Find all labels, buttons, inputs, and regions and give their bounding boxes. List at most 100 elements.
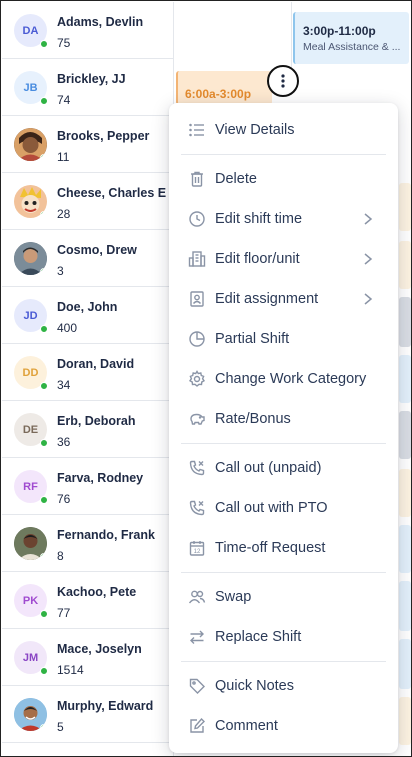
menu-item-edit-floor-unit[interactable]: Edit floor/unit: [169, 239, 398, 279]
staff-row[interactable]: DE Erb, Deborah 36: [2, 401, 173, 458]
trash-icon: [188, 170, 206, 188]
list-icon: [188, 121, 206, 139]
menu-item-change-work-category[interactable]: Change Work Category: [169, 359, 398, 399]
phone-x-icon: [188, 499, 206, 517]
staff-row[interactable]: Fernando, Frank 8: [2, 515, 173, 572]
staff-count: 5: [57, 720, 64, 734]
shift-block-edge[interactable]: [399, 411, 411, 459]
building-icon: [188, 250, 206, 268]
schedule-view: DA Adams, Devlin 75 JB Brickley, JJ 74 B…: [0, 0, 412, 757]
staff-row[interactable]: Cheese, Charles E 28: [2, 173, 173, 230]
menu-item-time-off-request[interactable]: 12 Time-off Request: [169, 528, 398, 568]
staff-name: Doran, David: [57, 357, 135, 371]
staff-row[interactable]: Brooks, Pepper 11: [2, 116, 173, 173]
menu-item-comment[interactable]: Comment: [169, 706, 398, 746]
menu-item-label: Time-off Request: [215, 540, 326, 556]
shift-block-edge[interactable]: [399, 525, 411, 573]
staff-count: 77: [57, 606, 71, 620]
shift-block-edge[interactable]: [399, 355, 411, 403]
staff-row[interactable]: DA Adams, Devlin 75: [2, 2, 173, 59]
shift-block-edge[interactable]: [399, 697, 411, 745]
menu-item-label: Delete: [215, 171, 257, 187]
swap-arrows-icon: [188, 628, 206, 646]
shift-time: 6:00a-3:00p: [185, 87, 252, 101]
staff-name: Murphy, Edward: [57, 699, 154, 713]
menu-item-replace-shift[interactable]: Replace Shift: [169, 617, 398, 657]
staff-row[interactable]: JM Mace, Joselyn 1514: [2, 629, 173, 686]
shift-category: Meal Assistance & ...: [303, 41, 401, 53]
shift-block-edge[interactable]: [399, 469, 411, 517]
staff-row[interactable]: JD Doe, John 400: [2, 287, 173, 344]
menu-divider: [181, 661, 386, 662]
staff-name: Doe, John: [57, 300, 118, 314]
online-indicator: [40, 268, 47, 275]
avatar: JB: [14, 71, 48, 105]
menu-item-label: Comment: [215, 718, 278, 734]
avatar: PK: [14, 584, 48, 618]
staff-row[interactable]: DD Doran, David 34: [2, 344, 173, 401]
shift-block-edge[interactable]: [399, 183, 411, 231]
menu-item-call-out-unpaid[interactable]: Call out (unpaid): [169, 448, 398, 488]
online-indicator: [40, 496, 48, 504]
staff-count: 11: [57, 150, 70, 164]
menu-item-label: Edit floor/unit: [215, 251, 300, 267]
menu-item-delete[interactable]: Delete: [169, 159, 398, 199]
partial-clock-icon: [188, 330, 206, 348]
tag-icon: [188, 677, 206, 695]
menu-item-edit-assignment[interactable]: Edit assignment: [169, 279, 398, 319]
shift-block[interactable]: 3:00p-11:00p Meal Assistance & ...: [293, 12, 409, 64]
menu-item-quick-notes[interactable]: Quick Notes: [169, 666, 398, 706]
shift-block-edge[interactable]: [399, 581, 411, 631]
avatar-photo: [14, 698, 47, 731]
menu-item-rate-bonus[interactable]: Rate/Bonus: [169, 399, 398, 439]
staff-row[interactable]: PK Kachoo, Pete 77: [2, 572, 173, 629]
shift-block-edge[interactable]: [399, 639, 411, 689]
assignment-icon: [188, 290, 206, 308]
staff-row[interactable]: Cosmo, Drew 3: [2, 230, 173, 287]
online-indicator: [40, 382, 48, 390]
calendar-12-icon: 12: [188, 539, 206, 557]
menu-item-view-details[interactable]: View Details: [169, 110, 398, 150]
phone-x-icon: [188, 459, 206, 477]
avatar: DD: [14, 356, 48, 390]
staff-name: Farva, Rodney: [57, 471, 144, 485]
staff-count: 34: [57, 378, 71, 392]
menu-item-label: Change Work Category: [215, 371, 367, 387]
menu-item-partial-shift[interactable]: Partial Shift: [169, 319, 398, 359]
menu-item-label: Edit assignment: [215, 291, 319, 307]
svg-text:12: 12: [194, 549, 201, 555]
shift-block-edge[interactable]: [399, 297, 411, 347]
clock-icon: [188, 210, 206, 228]
menu-item-label: Rate/Bonus: [215, 411, 291, 427]
online-indicator: [40, 439, 48, 447]
menu-item-label: View Details: [215, 122, 295, 138]
menu-item-call-out-pto[interactable]: Call out with PTO: [169, 488, 398, 528]
menu-divider: [181, 154, 386, 155]
menu-item-edit-shift-time[interactable]: Edit shift time: [169, 199, 398, 239]
shift-block-edge[interactable]: [399, 241, 411, 289]
shift-block-selected[interactable]: 6:00a-3:00p: [176, 71, 272, 105]
shift-actions-menu: View Details Delete Edit shift time Edit…: [169, 103, 398, 753]
staff-row[interactable]: Murphy, Edward 5: [2, 686, 173, 743]
users-icon: [188, 588, 206, 606]
staff-count: 400: [57, 321, 78, 335]
staff-name: Erb, Deborah: [57, 414, 136, 428]
avatar: DA: [14, 14, 48, 48]
staff-row[interactable]: RF Farva, Rodney 76: [2, 458, 173, 515]
menu-item-label: Replace Shift: [215, 629, 302, 645]
staff-count: 1514: [57, 663, 84, 677]
menu-item-swap[interactable]: Swap: [169, 577, 398, 617]
online-indicator: [40, 667, 48, 675]
avatar: DE: [14, 413, 48, 447]
online-indicator: [40, 553, 47, 560]
avatar: JD: [14, 299, 48, 333]
staff-name: Brickley, JJ: [57, 72, 126, 86]
avatar-photo: [14, 242, 47, 275]
menu-item-label: Swap: [215, 589, 252, 605]
staff-row[interactable]: JB Brickley, JJ 74: [2, 59, 173, 116]
menu-item-label: Edit shift time: [215, 211, 303, 227]
staff-count: 3: [57, 264, 64, 278]
staff-name: Brooks, Pepper: [57, 129, 150, 143]
online-indicator: [40, 40, 48, 48]
more-options-button[interactable]: [267, 65, 299, 97]
